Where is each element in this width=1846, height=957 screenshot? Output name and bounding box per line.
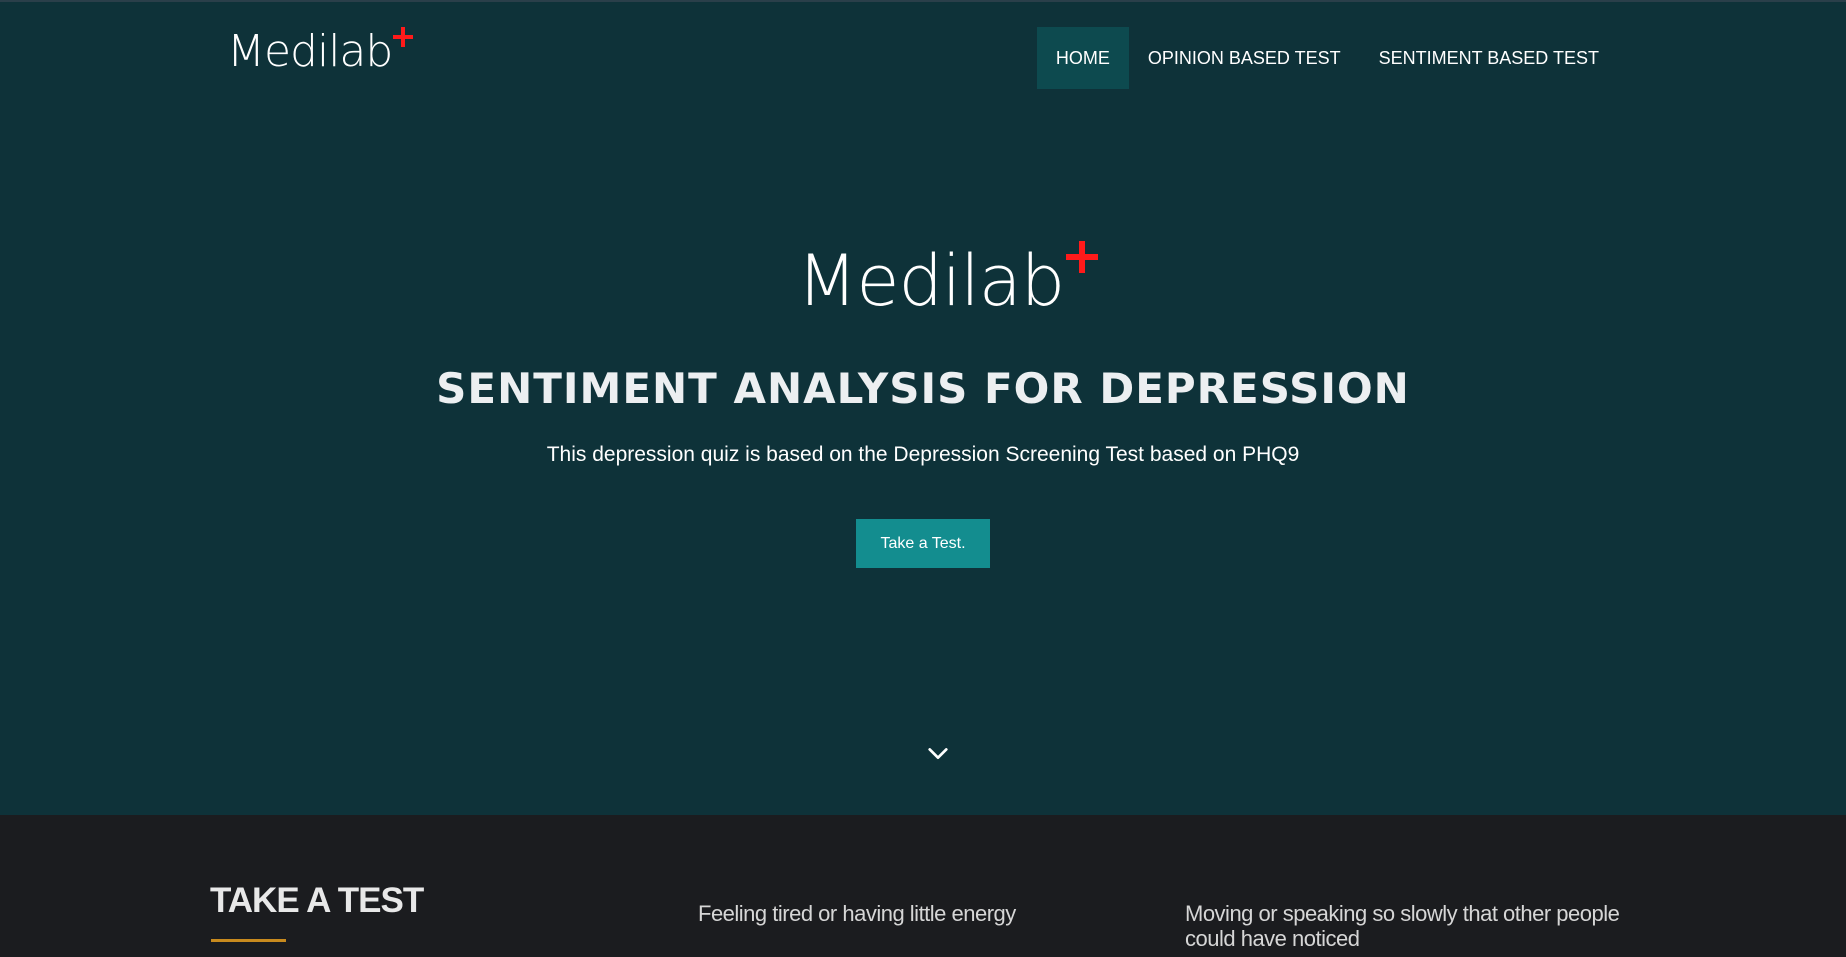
logo-text: Medilab: [227, 26, 393, 77]
hero-subtitle: This depression quiz is based on the Dep…: [546, 443, 1300, 466]
take-a-test-section: TAKE A TEST Feeling tired or having litt…: [0, 815, 1846, 957]
medical-plus-icon: [393, 27, 414, 47]
nav-item-sentiment-based-test[interactable]: SENTIMENT BASED TEST: [1360, 27, 1618, 89]
hero-logo-text: Medilab: [797, 240, 1065, 322]
hero-logo: Medilab: [797, 240, 1099, 322]
nav-item-home[interactable]: HOME: [1036, 27, 1129, 89]
chevron-down-icon[interactable]: [927, 743, 949, 765]
site-header: Medilab HOME OPINION BASED TEST SENTIMEN…: [0, 0, 1846, 120]
medical-plus-icon: [1066, 241, 1099, 273]
title-underline: [211, 939, 286, 942]
take-a-test-button[interactable]: Take a Test.: [856, 519, 990, 568]
hero-title: SENTIMENT ANALYSIS FOR DEPRESSION: [436, 364, 1410, 413]
main-nav: HOME OPINION BASED TEST SENTIMENT BASED …: [1036, 27, 1618, 89]
question-item: Moving or speaking so slowly that other …: [1185, 901, 1620, 951]
site-logo[interactable]: Medilab: [227, 26, 414, 77]
section-title: TAKE A TEST: [210, 881, 424, 920]
question-item: Feeling tired or having little energy: [698, 901, 1016, 926]
nav-item-opinion-based-test[interactable]: OPINION BASED TEST: [1129, 27, 1360, 89]
